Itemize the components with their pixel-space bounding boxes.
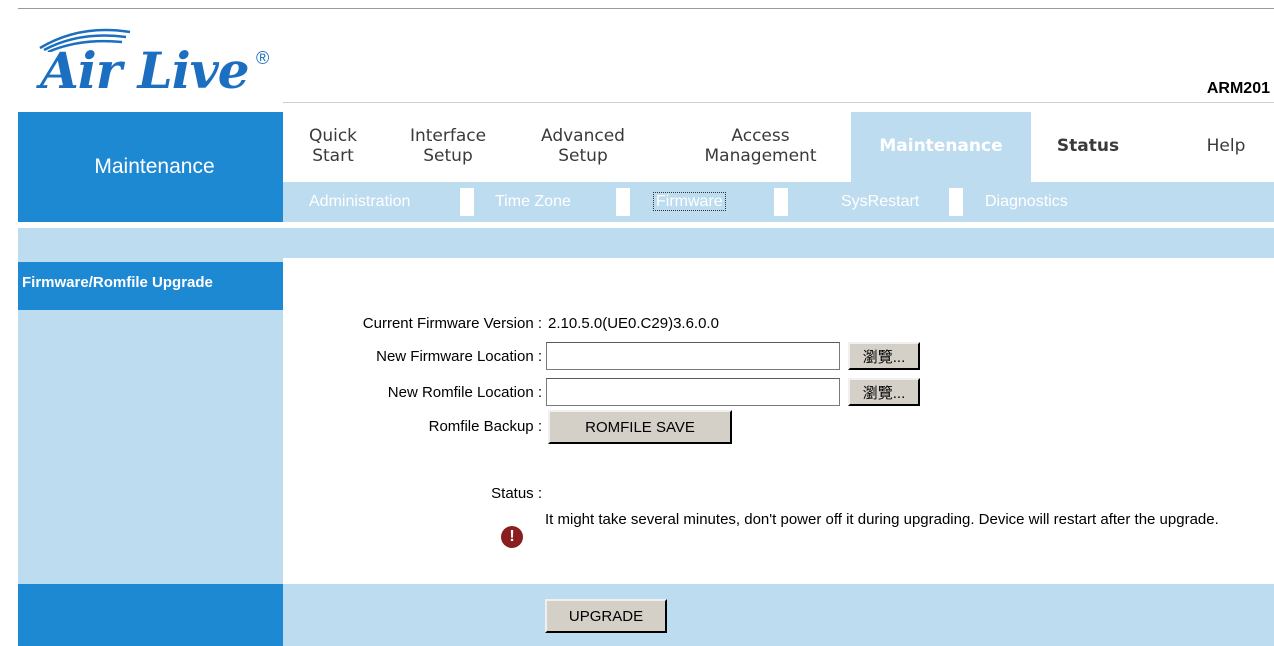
section-title: Maintenance [18,112,283,222]
nav-interface-setup[interactable]: Interface Setup [393,112,503,182]
exclamation-circle-icon: ! [501,526,523,548]
romfile-backup-label: Romfile Backup : [428,418,542,435]
new-romfile-label: New Romfile Location : [387,384,542,401]
subnav-separator [949,188,963,216]
current-firmware-label: Current Firmware Version : [362,315,542,332]
subnav-firmware-label: Firmware [653,192,726,211]
romfile-save-button[interactable]: ROMFILE SAVE [548,410,732,444]
upgrade-button[interactable]: UPGRADE [545,599,667,633]
subnav-firmware[interactable]: Firmware [653,182,726,222]
footer-left-bar [18,584,283,646]
subnav-sysrestart[interactable]: SysRestart [841,182,919,222]
sub-nav: Administration Time Zone Firmware SysRes… [283,182,1274,222]
registered-mark: ® [256,48,270,68]
subnav-separator [616,188,630,216]
subnav-separator [460,188,474,216]
new-firmware-input[interactable] [546,342,840,370]
main-nav: Quick Start Interface Setup Advanced Set… [283,112,1274,182]
top-divider [18,8,1274,9]
status-message: It might take several minutes, don't pow… [545,511,1219,528]
browse-romfile-button[interactable]: 瀏覽... [848,378,920,406]
nav-status[interactable]: Status [1038,112,1138,182]
side-section-label: Firmware/Romfile Upgrade [18,262,283,310]
nav-help[interactable]: Help [1178,112,1274,182]
status-label: Status : [491,485,542,502]
subnav-diagnostics[interactable]: Diagnostics [985,182,1068,222]
nav-quick-start[interactable]: Quick Start [283,112,383,182]
current-firmware-value: 2.10.5.0(UE0.C29)3.6.0.0 [548,315,719,332]
logo-text: Air Live [40,41,250,100]
nav-access-management[interactable]: Access Management [683,112,838,182]
footer-right-bar [283,584,1274,646]
subnav-time-zone[interactable]: Time Zone [495,182,571,222]
new-firmware-label: New Firmware Location : [376,348,542,365]
title-band [18,228,1274,258]
nav-maintenance[interactable]: Maintenance [851,112,1031,182]
subnav-administration[interactable]: Administration [309,182,410,222]
new-romfile-input[interactable] [546,378,840,406]
browse-firmware-button[interactable]: 瀏覽... [848,342,920,370]
model-name: ARM201 [1206,80,1270,97]
nav-advanced-setup[interactable]: Advanced Setup [523,112,643,182]
airlive-logo: Air Live ® [30,22,290,102]
header-divider [283,102,1274,103]
subnav-separator [774,188,788,216]
